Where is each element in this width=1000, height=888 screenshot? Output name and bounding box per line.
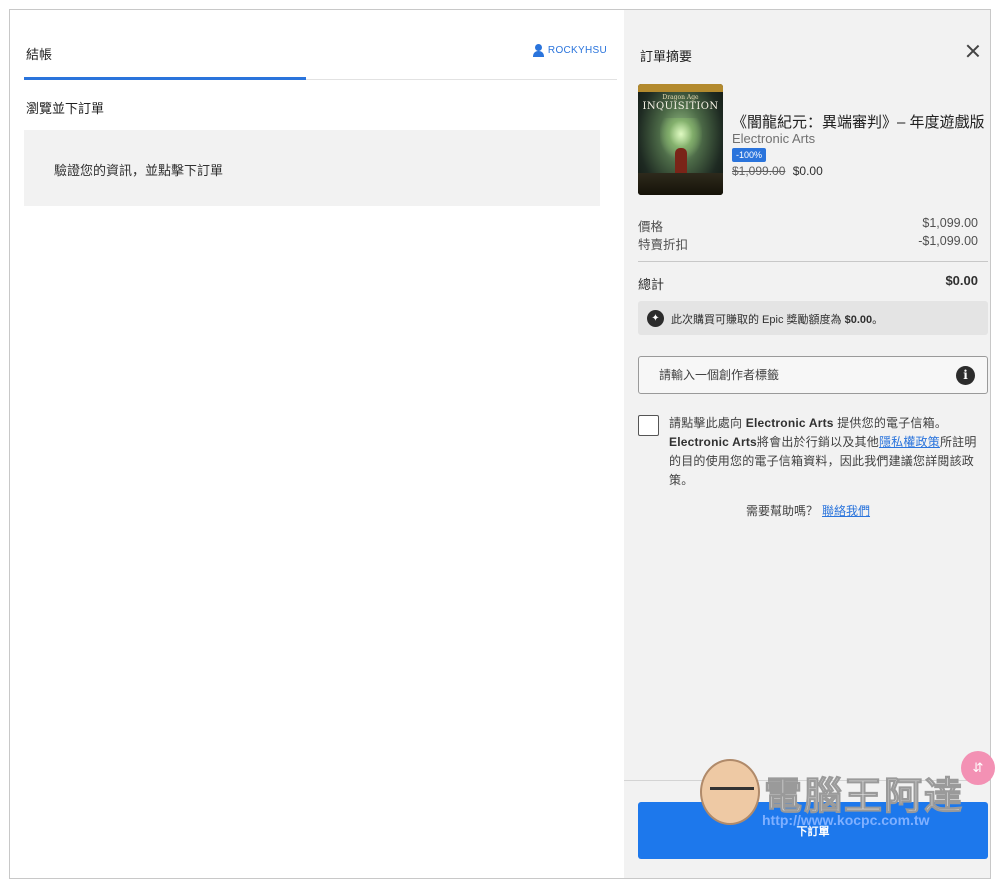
sale-discount-value: -$1,099.00 xyxy=(918,234,978,248)
close-icon[interactable] xyxy=(966,44,980,58)
checkout-window: 結帳 ROCKYHSU 瀏覽並下訂單 驗證您的資訊，並點擊下訂單 訂單摘要 Dr… xyxy=(9,9,991,879)
cover-ground xyxy=(638,173,723,195)
game-title: 《闇龍紀元：異端審判》– 年度遊戲版 xyxy=(732,114,985,131)
epic-reward-icon xyxy=(647,310,664,327)
price-label: 價格 xyxy=(638,220,664,234)
creator-tag-field: i xyxy=(638,356,988,394)
epic-reward-banner: 此次購買可賺取的 Epic 獎勵額度為 $0.00。 xyxy=(638,301,988,335)
verify-message: 驗證您的資訊，並點擊下訂單 xyxy=(54,163,224,178)
game-cover: Dragon Age INQUISITION xyxy=(638,84,723,195)
floating-support-icon[interactable]: ⇵ xyxy=(961,751,995,785)
contact-us-link[interactable]: 聯絡我們 xyxy=(822,504,870,518)
price-value: $1,099.00 xyxy=(922,216,978,230)
username: ROCKYHSU xyxy=(547,45,607,56)
footer-divider xyxy=(624,780,990,781)
total-value: $0.00 xyxy=(945,273,978,288)
summary-divider xyxy=(638,261,988,262)
privacy-policy-link[interactable]: 隱私權政策 xyxy=(879,435,940,449)
sale-discount-label: 特賣折扣 xyxy=(638,238,689,252)
cover-title: INQUISITION xyxy=(642,101,719,112)
user-icon xyxy=(532,44,544,57)
game-price: $1,099.00 $0.00 xyxy=(732,164,823,178)
checkout-panel: 結帳 ROCKYHSU 瀏覽並下訂單 驗證您的資訊，並點擊下訂單 xyxy=(10,10,624,878)
original-price: $1,099.00 xyxy=(732,164,786,178)
reward-amount: $0.00 xyxy=(844,314,873,326)
info-icon[interactable]: i xyxy=(956,366,975,385)
reward-text: 此次購買可賺取的 Epic 獎勵額度為 $0.00。 xyxy=(671,314,884,326)
review-title: 瀏覽並下訂單 xyxy=(26,101,105,116)
cover-band xyxy=(638,84,723,92)
discount-badge: -100% xyxy=(732,148,767,162)
email-consent-text: 請點擊此處向 Electronic Arts 提供您的電子信箱。 Electro… xyxy=(669,416,977,487)
summary-title: 訂單摘要 xyxy=(640,49,693,64)
help-text: 需要幫助嗎？ xyxy=(745,504,818,518)
cover-subtitle: Dragon Age xyxy=(662,94,699,101)
checkout-tabbar: 結帳 ROCKYHSU xyxy=(24,10,617,80)
order-summary-panel: 訂單摘要 Dragon Age INQUISITION 《闇龍紀元：異端審判》–… xyxy=(624,10,990,878)
active-tab-indicator xyxy=(24,77,306,80)
help-row: 需要幫助嗎？ 聯絡我們 xyxy=(624,502,990,519)
total-label: 總計 xyxy=(638,277,665,292)
creator-tag-input[interactable] xyxy=(639,357,987,393)
user-account[interactable]: ROCKYHSU xyxy=(532,44,607,57)
tab-checkout[interactable]: 結帳 xyxy=(26,44,52,63)
email-consent-checkbox[interactable] xyxy=(638,415,659,436)
place-order-button[interactable]: 下訂單 xyxy=(638,802,988,859)
final-price: $0.00 xyxy=(792,164,823,178)
game-publisher: Electronic Arts xyxy=(732,131,816,146)
verify-box: 驗證您的資訊，並點擊下訂單 xyxy=(24,130,600,206)
